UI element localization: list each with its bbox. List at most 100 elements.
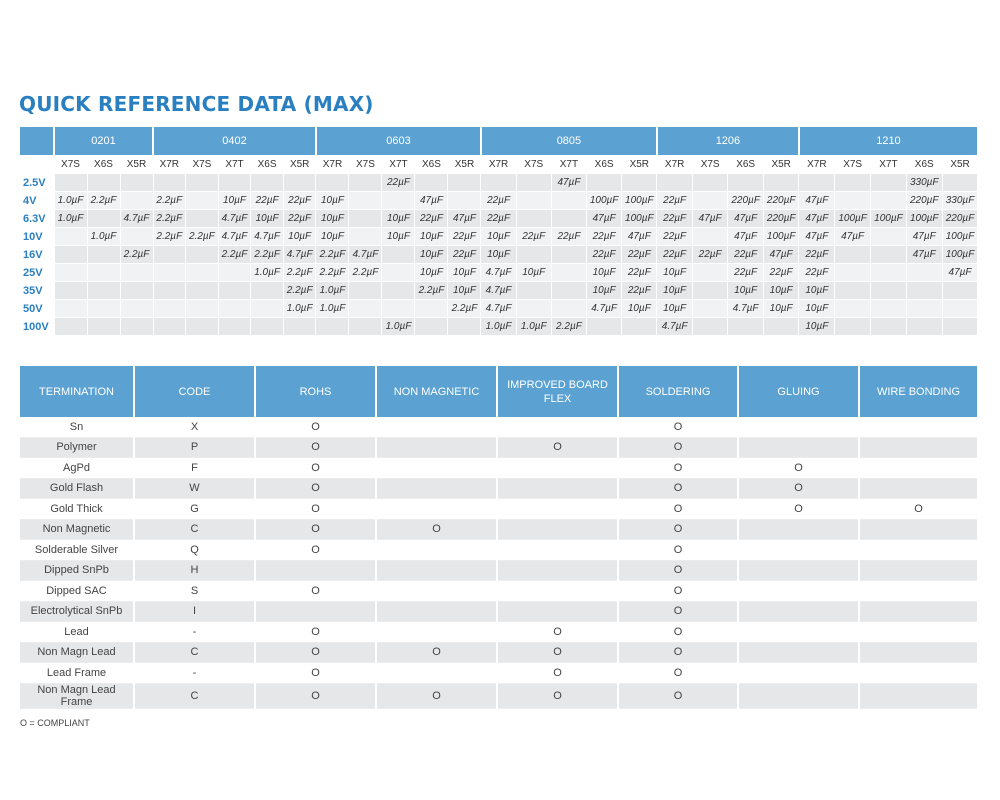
capacitance-cell: [870, 245, 907, 264]
capacitance-cell: 10µF: [798, 299, 836, 318]
capacitance-cell: [185, 263, 219, 282]
compliance-cell: O: [618, 498, 739, 520]
compliance-cell: [497, 539, 619, 561]
capacitance-cell: [621, 317, 658, 336]
capacitance-cell: [153, 173, 187, 192]
compliance-cell: [859, 539, 979, 561]
termination-code: W: [134, 478, 256, 499]
capacitance-cell: [381, 299, 416, 318]
capacitance-cell: 330µF: [942, 191, 979, 210]
capacitance-cell: [54, 317, 88, 336]
termination-row: Lead Frame - O O O: [20, 662, 979, 684]
compliance-cell: O: [376, 683, 498, 709]
capacitance-cell: 100µF: [942, 245, 979, 264]
capacitance-cell: 2.2µF: [153, 209, 187, 228]
capacitance-cell: [283, 173, 317, 192]
voltage-row: 6.3V 1.0µF 4.7µF 2.2µF 4.7µF 10µF 22µF 10µF 10µF…: [20, 209, 979, 228]
compliance-cell: [497, 417, 619, 438]
dielectric-label: X7S: [692, 155, 729, 174]
capacitance-cell: 10µF: [414, 245, 449, 264]
compliance-cell: O: [255, 580, 377, 602]
capacitance-cell: 100µF: [586, 191, 623, 210]
capacitance-cell: 47µF: [906, 227, 943, 246]
capacitance-cell: 220µF: [763, 191, 800, 210]
dielectric-label: X6S: [250, 155, 284, 174]
termination-name: Gold Flash: [20, 478, 135, 499]
capacitance-cell: [218, 299, 252, 318]
compliance-cell: [376, 601, 498, 622]
termination-code: I: [134, 601, 256, 622]
capacitance-cell: [348, 317, 383, 336]
capacitance-cell: [250, 299, 284, 318]
capacitance-cell: [516, 173, 552, 192]
capacitance-cell: 1.0µF: [480, 317, 517, 336]
capacitance-cell: [381, 281, 416, 300]
voltage-label: 2.5V: [20, 173, 55, 192]
column-header-code: CODE: [134, 366, 256, 417]
capacitance-cell: 47µF: [621, 227, 658, 246]
capacitance-cell: 10µF: [315, 209, 350, 228]
capacitance-cell: 2.2µF: [218, 245, 252, 264]
capacitance-cell: 47µF: [586, 209, 623, 228]
dielectric-label: X5R: [621, 155, 658, 174]
capacitance-cell: [692, 191, 729, 210]
termination-code: C: [134, 683, 256, 709]
capacitance-cell: [185, 245, 219, 264]
compliance-cell: [497, 601, 619, 622]
dielectric-label: X5R: [283, 155, 317, 174]
dielectric-label: X7R: [480, 155, 517, 174]
termination-code: P: [134, 437, 256, 458]
capacitance-cell: [348, 209, 383, 228]
compliance-cell: O: [738, 478, 860, 499]
capacitance-cell: 4.7µF: [480, 281, 517, 300]
capacitance-cell: [153, 317, 187, 336]
capacitance-cell: 10µF: [414, 263, 449, 282]
capacitance-cell: [834, 281, 872, 300]
compliance-cell: [376, 560, 498, 581]
capacitance-cell: 10µF: [516, 263, 552, 282]
capacitance-cell: [870, 281, 907, 300]
capacitance-cell: [185, 209, 219, 228]
compliance-cell: [859, 621, 979, 643]
capacitance-cell: 2.2µF: [315, 245, 350, 264]
capacitance-cell: 22µF: [381, 173, 416, 192]
capacitance-cell: [120, 281, 154, 300]
compliance-cell: [859, 457, 979, 479]
dielectric-label: X6S: [586, 155, 623, 174]
capacitance-cell: 10µF: [381, 227, 416, 246]
dielectric-label: X7R: [798, 155, 836, 174]
termination-code: F: [134, 457, 256, 479]
capacitance-cell: [516, 245, 552, 264]
capacitance-cell: 22µF: [551, 227, 588, 246]
capacitance-cell: 4.7µF: [480, 299, 517, 318]
compliance-cell: [859, 519, 979, 540]
capacitance-cell: [516, 299, 552, 318]
compliance-cell: [376, 662, 498, 684]
capacitance-cell: [906, 299, 943, 318]
capacitance-cell: [87, 245, 121, 264]
capacitance-cell: [692, 281, 729, 300]
capacitance-cell: 22µF: [283, 191, 317, 210]
capacitance-cell: [551, 299, 588, 318]
termination-header-row: TERMINATION CODE ROHS NON MAGNETIC IMPROVED …: [20, 366, 979, 417]
compliance-cell: [497, 519, 619, 540]
capacitance-cell: [381, 191, 416, 210]
capacitance-cell: [185, 281, 219, 300]
capacitance-cell: 10µF: [315, 191, 350, 210]
capacitance-cell: 10µF: [763, 299, 800, 318]
compliance-cell: [376, 417, 498, 438]
voltage-row: 10V 1.0µF 2.2µF 2.2µF 4.7µF 4.7µF 10µF 10µF 10µF…: [20, 227, 979, 246]
termination-row: Solderable Silver Q O O: [20, 539, 979, 561]
dielectric-label: X7R: [315, 155, 350, 174]
compliance-cell: O: [497, 437, 619, 458]
capacitance-cell: 47µF: [447, 209, 482, 228]
capacitance-cell: 10µF: [218, 191, 252, 210]
termination-name: Lead: [20, 621, 135, 643]
dielectric-label: X5R: [763, 155, 800, 174]
compliance-cell: [738, 683, 860, 709]
capacitance-cell: [348, 299, 383, 318]
capacitance-cell: 47µF: [727, 227, 764, 246]
capacitance-cell: [834, 173, 872, 192]
compliance-cell: [738, 601, 860, 622]
compliance-cell: O: [618, 437, 739, 458]
